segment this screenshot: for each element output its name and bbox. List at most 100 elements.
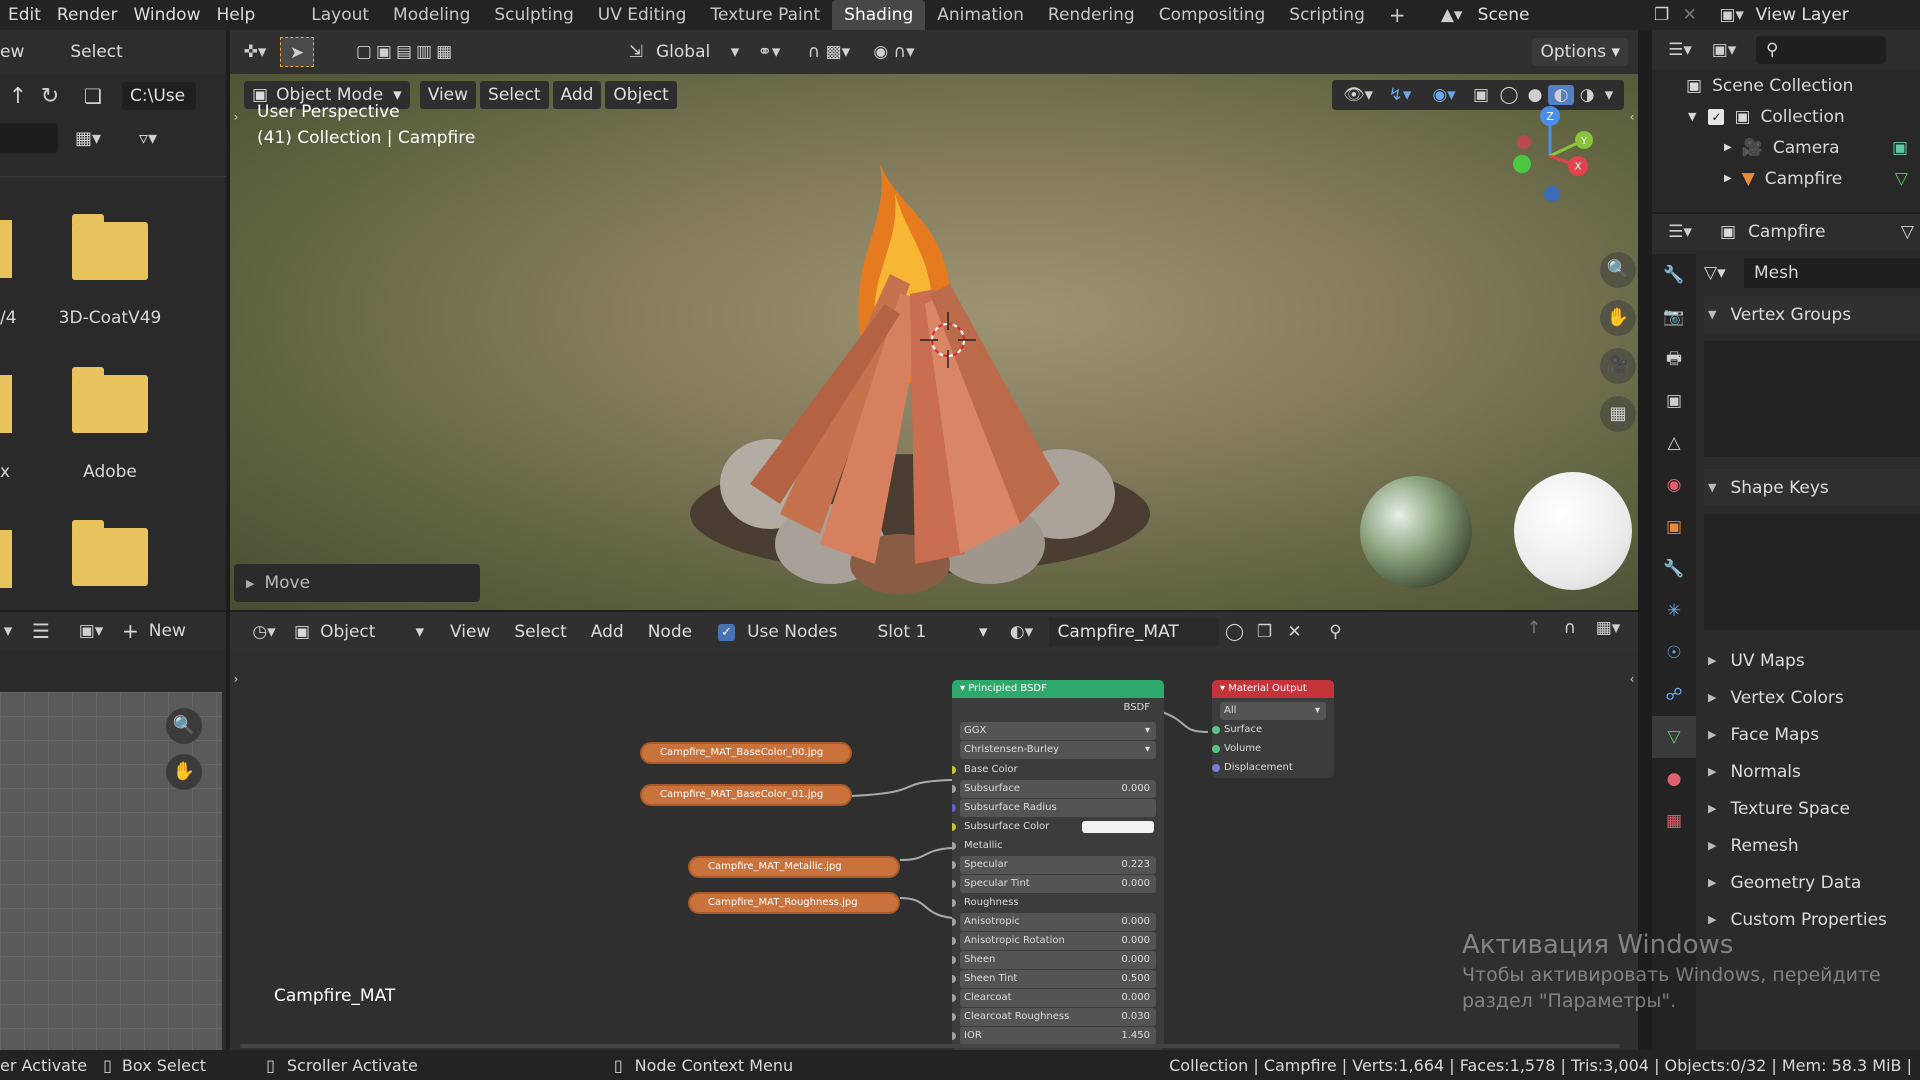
- folder-partial-2[interactable]: [0, 375, 12, 433]
- tab-compositing[interactable]: Compositing: [1147, 0, 1278, 30]
- bsdf-input-row[interactable]: Base Color: [952, 761, 1156, 779]
- bsdf-input-row[interactable]: Anisotropic Rotation 0.000: [952, 932, 1156, 950]
- material-output-header[interactable]: ▾ Material Output: [1212, 680, 1334, 698]
- outliner-item-campfire[interactable]: ▶ ▼ Campfire ▽: [1652, 163, 1920, 194]
- proportional-edit-icon[interactable]: ◉ ∩▾: [864, 42, 924, 62]
- view-layer-icon[interactable]: ▣▾: [1712, 5, 1752, 25]
- perspective-toggle-icon[interactable]: ▦: [1600, 396, 1636, 432]
- scene-tab-icon[interactable]: △: [1652, 422, 1696, 464]
- new-scene-icon[interactable]: ❐: [1648, 5, 1676, 25]
- tab-shading[interactable]: Shading: [832, 0, 926, 30]
- shading-options-icon[interactable]: ▾: [1600, 85, 1618, 105]
- view-menu[interactable]: View: [419, 81, 477, 109]
- parent-node-tree-icon[interactable]: ↑: [1516, 618, 1552, 638]
- view-layer-tab-icon[interactable]: ▣: [1652, 380, 1696, 422]
- left-toolbar-toggle-icon[interactable]: ›: [230, 110, 242, 124]
- pin-icon[interactable]: ⚲: [1315, 622, 1355, 642]
- properties-section-header[interactable]: ▶ Remesh: [1704, 827, 1920, 864]
- zoom-icon[interactable]: 🔍: [1600, 252, 1636, 288]
- pivot-point-icon[interactable]: ⚭▾: [744, 42, 794, 62]
- principled-bsdf-node[interactable]: ▾ Principled BSDF BSDF GGX ▾ Christensen-…: [952, 680, 1164, 1050]
- mesh-data-tab-icon[interactable]: ▽: [1652, 716, 1696, 758]
- properties-section-header[interactable]: ▶ UV Maps: [1704, 642, 1920, 679]
- tab-sculpting[interactable]: Sculpting: [482, 0, 585, 30]
- material-shading-icon[interactable]: ◐: [1548, 85, 1574, 105]
- texture-tab-icon[interactable]: ▦: [1652, 800, 1696, 842]
- search-field[interactable]: [0, 123, 58, 153]
- bsdf-input-row[interactable]: Subsurface 0.000: [952, 780, 1156, 798]
- unlink-material-icon[interactable]: ✕: [1279, 622, 1309, 642]
- distribution-dropdown[interactable]: GGX ▾: [960, 722, 1156, 740]
- bsdf-input-row[interactable]: Anisotropic 0.000: [952, 913, 1156, 931]
- rendered-shading-icon[interactable]: ◑: [1574, 85, 1600, 105]
- node-editor-canvas[interactable]: › ‹ Campfire_MAT_BaseColor_00.jpg Campfi…: [230, 652, 1638, 1050]
- transform-orientation-icon[interactable]: ⇲: [616, 42, 656, 62]
- modifier-tab-icon[interactable]: 🔧: [1652, 548, 1696, 590]
- display-mode-icon[interactable]: ▣▾: [1702, 40, 1746, 60]
- node-horizontal-scrollbar[interactable]: [240, 1044, 1620, 1048]
- options-dropdown[interactable]: Options ▾: [1532, 38, 1628, 66]
- node-menu-select[interactable]: Select: [506, 617, 574, 647]
- visibility-icon[interactable]: 👁▾: [1338, 85, 1378, 105]
- bsdf-input-row[interactable]: IOR 1.450: [952, 1027, 1156, 1045]
- world-tab-icon[interactable]: ◉: [1652, 464, 1696, 506]
- properties-section-header[interactable]: ▶ Geometry Data: [1704, 864, 1920, 901]
- tool-icon[interactable]: ✜▾: [230, 42, 280, 62]
- properties-section-header[interactable]: ▼ Shape Keys: [1704, 469, 1920, 506]
- bsdf-input-row[interactable]: Metallic: [952, 837, 1156, 855]
- 3d-viewport[interactable]: ▣ Object Mode ▾ View Select Add Object 👁…: [230, 74, 1638, 610]
- remove-scene-icon[interactable]: ✕: [1676, 5, 1704, 25]
- bsdf-input-row[interactable]: Clearcoat Roughness 0.030: [952, 1008, 1156, 1026]
- overlay-icon[interactable]: ◉▾: [1422, 85, 1466, 105]
- view-layer-selector[interactable]: View Layer: [1756, 5, 1849, 25]
- render-tab-icon[interactable]: 📷: [1652, 296, 1696, 338]
- material-name-field[interactable]: Campfire_MAT: [1049, 618, 1220, 646]
- tab-animation[interactable]: Animation: [925, 0, 1036, 30]
- camera-view-icon[interactable]: 🎥: [1600, 348, 1636, 384]
- image-canvas[interactable]: [0, 692, 222, 1050]
- dropdown-chevron-icon[interactable]: ▾: [726, 42, 744, 62]
- image-browse-icon[interactable]: ▣▾: [66, 621, 116, 641]
- use-nodes-toggle[interactable]: ✓ Use Nodes: [718, 622, 837, 642]
- surface-socket[interactable]: Surface: [1212, 721, 1326, 739]
- outliner-item-camera[interactable]: ▶ 🎥 Camera ▣: [1652, 132, 1920, 163]
- editor-type-icon[interactable]: ☰▾: [1658, 40, 1702, 60]
- properties-section-header[interactable]: ▶ Face Maps: [1704, 716, 1920, 753]
- volume-socket[interactable]: Volume: [1212, 740, 1326, 758]
- image-texture-node[interactable]: Campfire_MAT_Roughness.jpg: [688, 892, 900, 914]
- editor-type-icon[interactable]: ◷▾: [244, 622, 284, 642]
- pan-hand-icon[interactable]: ✋: [1600, 300, 1636, 336]
- path-field[interactable]: C:\Use: [122, 82, 196, 110]
- right-sidebar-toggle-icon[interactable]: ‹: [1626, 110, 1638, 124]
- scene-icon[interactable]: ▲▾: [1432, 5, 1472, 25]
- add-menu[interactable]: Add: [552, 81, 602, 109]
- wireframe-shading-icon[interactable]: ◯: [1496, 85, 1522, 105]
- menu-render[interactable]: Render: [49, 0, 126, 30]
- dropdown-chevron-icon[interactable]: ▾: [0, 621, 16, 641]
- tab-modeling[interactable]: Modeling: [381, 0, 482, 30]
- file-menu-select[interactable]: Select: [62, 37, 130, 67]
- display-mode-icon[interactable]: ▦▾: [58, 128, 118, 149]
- image-texture-node[interactable]: Campfire_MAT_Metallic.jpg: [688, 856, 900, 878]
- select-tool-icon[interactable]: ➤: [280, 37, 314, 67]
- snap-icon[interactable]: ∩: [1552, 618, 1588, 638]
- color-swatch[interactable]: [1082, 821, 1154, 833]
- output-target-dropdown[interactable]: All ▾: [1220, 702, 1326, 720]
- bsdf-input-row[interactable]: Subsurface Radius: [952, 799, 1156, 817]
- constraints-tab-icon[interactable]: ☍: [1652, 674, 1696, 716]
- properties-list-box[interactable]: [1704, 514, 1920, 630]
- particles-tab-icon[interactable]: ✳: [1652, 590, 1696, 632]
- mesh-name-field[interactable]: Mesh: [1744, 258, 1920, 288]
- solid-shading-icon[interactable]: ●: [1522, 85, 1548, 105]
- tab-layout[interactable]: Layout: [299, 0, 381, 30]
- folder-icon[interactable]: [72, 520, 148, 586]
- menu-window[interactable]: Window: [125, 0, 208, 30]
- xray-icon[interactable]: ▣: [1466, 85, 1496, 105]
- tab-texture-paint[interactable]: Texture Paint: [698, 0, 832, 30]
- properties-section-header[interactable]: ▼ Vertex Groups: [1704, 296, 1920, 333]
- bsdf-input-row[interactable]: Roughness: [952, 894, 1156, 912]
- add-workspace-button[interactable]: +: [1377, 0, 1418, 30]
- node-type-dropdown[interactable]: ▣ Object ▾: [294, 622, 424, 642]
- bsdf-input-row[interactable]: Specular 0.223: [952, 856, 1156, 874]
- object-tab-icon[interactable]: ▣: [1652, 506, 1696, 548]
